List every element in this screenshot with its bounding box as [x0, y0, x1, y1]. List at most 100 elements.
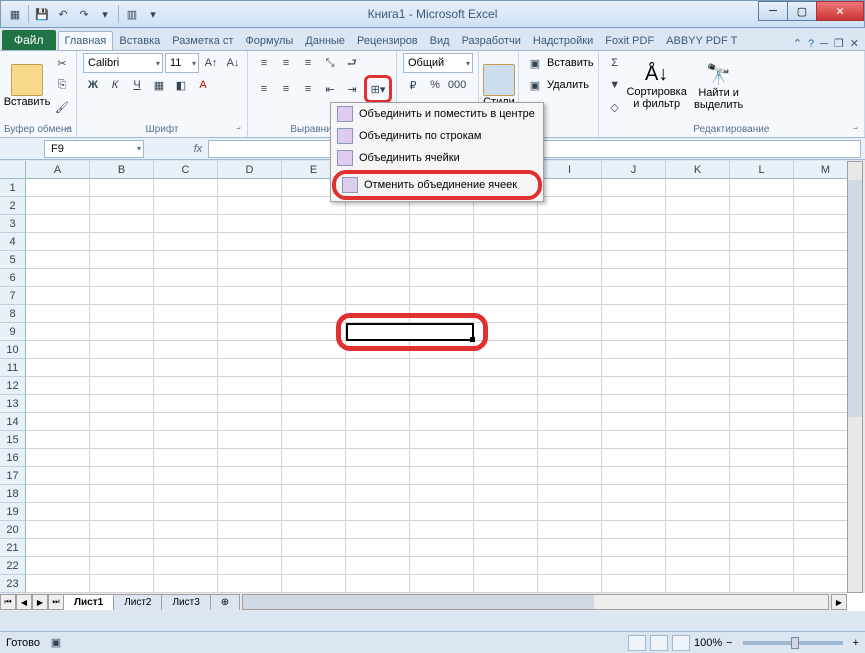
cell[interactable] — [26, 197, 90, 215]
copy-icon[interactable]: ⎘ — [52, 75, 72, 95]
cell[interactable] — [90, 287, 154, 305]
zoom-out-icon[interactable]: − — [726, 637, 732, 649]
row-header-19[interactable]: 19 — [0, 503, 26, 521]
cell[interactable] — [602, 215, 666, 233]
grow-font-icon[interactable]: A↑ — [201, 53, 221, 73]
cell[interactable] — [282, 467, 346, 485]
cell[interactable] — [602, 449, 666, 467]
cell[interactable] — [730, 269, 794, 287]
cell[interactable] — [282, 233, 346, 251]
cell[interactable] — [666, 305, 730, 323]
cell[interactable] — [730, 323, 794, 341]
cell[interactable] — [474, 503, 538, 521]
worksheet-grid[interactable]: ABCDEFGHIJKLM 12345678910111213141516171… — [0, 161, 865, 611]
tab-formulas[interactable]: Формулы — [239, 32, 299, 50]
cell[interactable] — [666, 557, 730, 575]
row-header-1[interactable]: 1 — [0, 179, 26, 197]
row-header-6[interactable]: 6 — [0, 269, 26, 287]
cell[interactable] — [602, 521, 666, 539]
tab-developer[interactable]: Разработчи — [456, 32, 527, 50]
cell[interactable] — [282, 431, 346, 449]
cell[interactable] — [154, 359, 218, 377]
cell[interactable] — [90, 575, 154, 593]
redo-icon[interactable]: ↷ — [74, 4, 94, 24]
tab-home[interactable]: Главная — [58, 31, 114, 50]
cell[interactable] — [538, 179, 602, 197]
cell[interactable] — [538, 251, 602, 269]
clear-icon[interactable]: ◇ — [605, 97, 625, 117]
sheet-tab-1[interactable]: Лист1 — [63, 594, 114, 610]
selected-merged-cell[interactable] — [346, 323, 474, 341]
fill-icon[interactable]: ▼ — [605, 75, 625, 95]
cell[interactable] — [538, 431, 602, 449]
cell[interactable] — [90, 467, 154, 485]
cell[interactable] — [730, 359, 794, 377]
cell[interactable] — [90, 215, 154, 233]
align-top-icon[interactable]: ≡ — [254, 53, 274, 73]
cell[interactable] — [154, 251, 218, 269]
row-header-9[interactable]: 9 — [0, 323, 26, 341]
cell[interactable] — [410, 395, 474, 413]
col-header-B[interactable]: B — [90, 161, 154, 179]
cell[interactable] — [666, 431, 730, 449]
cell[interactable] — [26, 287, 90, 305]
align-bottom-icon[interactable]: ≡ — [298, 53, 318, 73]
cell[interactable] — [218, 359, 282, 377]
cell[interactable] — [538, 503, 602, 521]
cell[interactable] — [218, 287, 282, 305]
zoom-in-icon[interactable]: + — [853, 637, 859, 649]
cell[interactable] — [666, 413, 730, 431]
cell[interactable] — [410, 485, 474, 503]
cell[interactable] — [26, 395, 90, 413]
cell[interactable] — [218, 521, 282, 539]
cell[interactable] — [282, 521, 346, 539]
row-header-4[interactable]: 4 — [0, 233, 26, 251]
cell[interactable] — [90, 341, 154, 359]
cell[interactable] — [26, 215, 90, 233]
col-header-I[interactable]: I — [538, 161, 602, 179]
cell[interactable] — [26, 449, 90, 467]
cell[interactable] — [602, 179, 666, 197]
cell[interactable] — [602, 269, 666, 287]
tab-review[interactable]: Рецензиров — [351, 32, 424, 50]
cell[interactable] — [410, 503, 474, 521]
cell[interactable] — [282, 557, 346, 575]
cell[interactable] — [538, 539, 602, 557]
cell[interactable] — [90, 485, 154, 503]
cell[interactable] — [538, 197, 602, 215]
percent-icon[interactable]: % — [425, 75, 445, 95]
cell[interactable] — [218, 449, 282, 467]
cell[interactable] — [218, 215, 282, 233]
row-header-8[interactable]: 8 — [0, 305, 26, 323]
cell[interactable] — [282, 377, 346, 395]
cell[interactable] — [538, 521, 602, 539]
vertical-scrollbar[interactable] — [847, 161, 865, 593]
cell[interactable] — [26, 359, 90, 377]
cell[interactable] — [346, 449, 410, 467]
cell[interactable] — [346, 521, 410, 539]
cell[interactable] — [474, 341, 538, 359]
cell[interactable] — [282, 269, 346, 287]
cell[interactable] — [666, 269, 730, 287]
cell[interactable] — [730, 341, 794, 359]
cell[interactable] — [538, 377, 602, 395]
cell[interactable] — [666, 485, 730, 503]
cell[interactable] — [282, 539, 346, 557]
mdi-minimize-icon[interactable]: ─ — [820, 38, 828, 50]
cell[interactable] — [282, 449, 346, 467]
cell[interactable] — [218, 179, 282, 197]
cell[interactable] — [730, 395, 794, 413]
cell[interactable] — [602, 575, 666, 593]
cell[interactable] — [90, 269, 154, 287]
cell[interactable] — [602, 341, 666, 359]
cell[interactable] — [154, 413, 218, 431]
tab-layout[interactable]: Разметка ст — [166, 32, 239, 50]
cell[interactable] — [538, 269, 602, 287]
cell[interactable] — [410, 413, 474, 431]
cell[interactable] — [410, 341, 474, 359]
undo-icon[interactable]: ↶ — [53, 4, 73, 24]
cell[interactable] — [666, 359, 730, 377]
cell[interactable] — [282, 341, 346, 359]
cell[interactable] — [474, 323, 538, 341]
cell[interactable] — [474, 467, 538, 485]
